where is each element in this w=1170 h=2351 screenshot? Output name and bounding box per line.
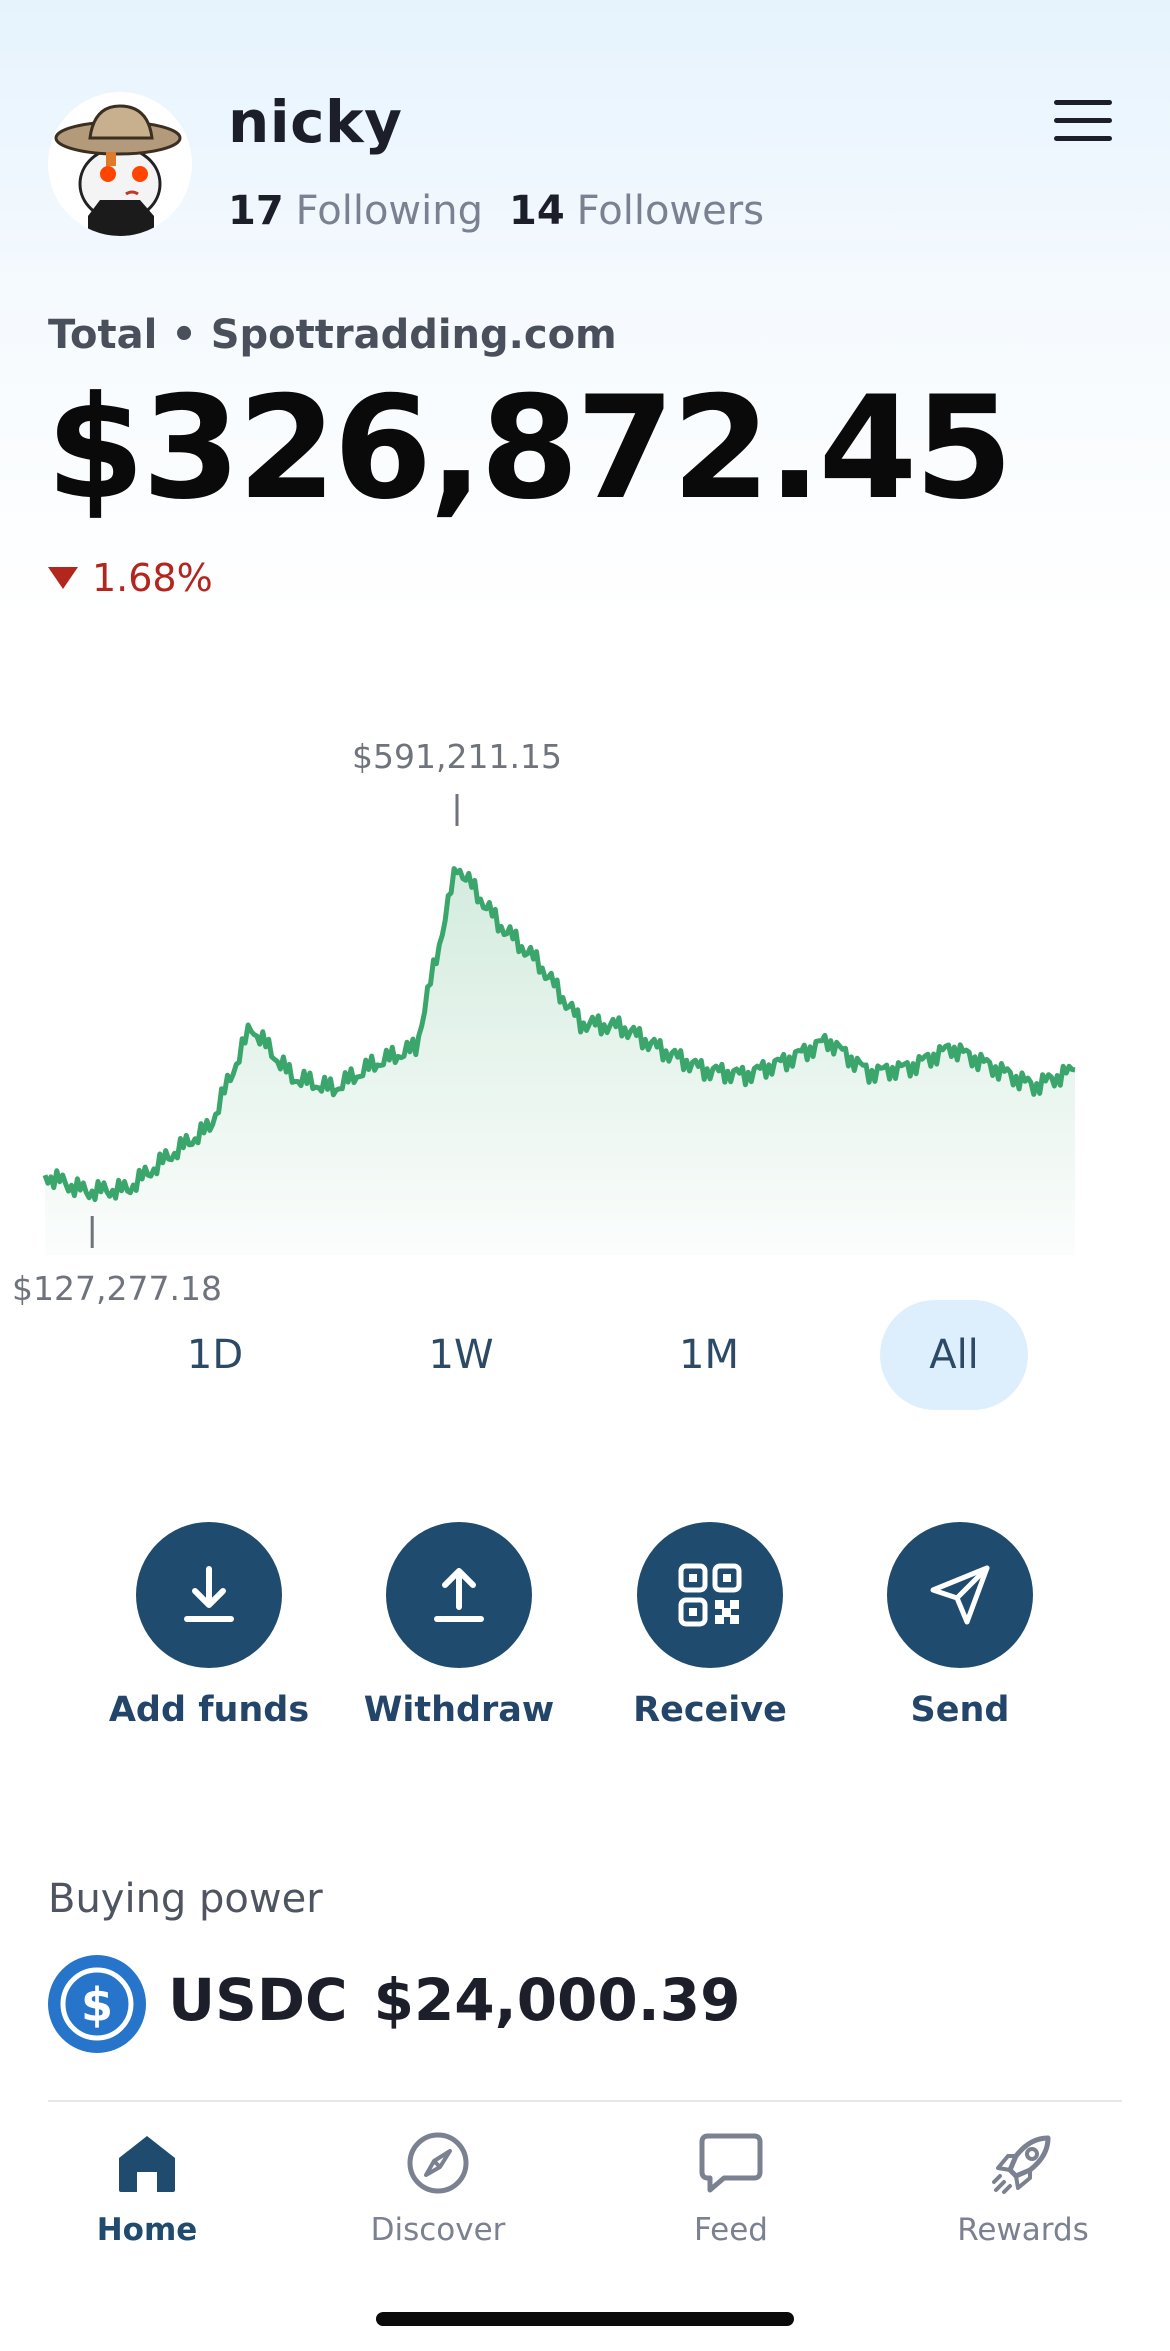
buying-power-label: Buying power	[48, 1876, 323, 1922]
cowboy-avatar-icon	[48, 92, 192, 236]
send-button[interactable]: Send	[860, 1522, 1060, 1730]
range-tab-1d[interactable]: 1D	[141, 1300, 289, 1410]
change-percent: 1.68%	[92, 556, 213, 600]
withdraw-button[interactable]: Withdraw	[359, 1522, 559, 1730]
receive-button[interactable]: Receive	[610, 1522, 810, 1730]
upload-icon	[434, 1568, 484, 1622]
range-tab-1w[interactable]: 1W	[387, 1300, 535, 1410]
paper-plane-icon	[930, 1565, 990, 1625]
qr-code-icon	[678, 1563, 742, 1627]
avatar[interactable]	[48, 92, 192, 236]
home-indicator	[376, 2312, 794, 2326]
add-funds-label: Add funds	[108, 1690, 310, 1730]
usdc-amount: $24,000.39	[373, 1966, 741, 2034]
nav-discover[interactable]: Discover	[318, 2128, 558, 2248]
portfolio-chart[interactable]: $591,211.15$127,277.18	[0, 700, 1170, 1320]
divider	[48, 2100, 1122, 2102]
range-tab-1m[interactable]: 1M	[635, 1300, 783, 1410]
usdc-balance[interactable]: USDC $24,000.39	[168, 1966, 741, 2034]
send-label: Send	[910, 1690, 1010, 1730]
down-triangle-icon	[48, 567, 78, 589]
total-label: Total • Spottradding.com	[48, 312, 617, 358]
following-label: Following	[295, 188, 483, 234]
usdc-currency: USDC	[168, 1966, 348, 2034]
nav-discover-label: Discover	[370, 2212, 506, 2248]
rocket-icon	[992, 2135, 1051, 2194]
range-tab-all[interactable]: All	[880, 1300, 1028, 1410]
nav-feed-label: Feed	[694, 2212, 768, 2248]
followers-count: 14	[509, 188, 565, 234]
change-indicator: 1.68%	[48, 556, 213, 600]
nav-rewards-label: Rewards	[957, 2212, 1089, 2248]
compass-rocket-icon	[407, 2132, 469, 2194]
add-funds-button[interactable]: Add funds	[109, 1522, 309, 1730]
followers-label: Followers	[576, 188, 765, 234]
receive-label: Receive	[633, 1690, 787, 1730]
download-icon	[184, 1566, 234, 1622]
usdc-dollar-icon: $	[48, 1955, 146, 2053]
withdraw-label: Withdraw	[363, 1690, 555, 1730]
nav-rewards[interactable]: Rewards	[903, 2128, 1143, 2248]
svg-text:$: $	[81, 1978, 113, 2032]
nav-home-label: Home	[96, 2212, 198, 2248]
menu-button[interactable]	[1052, 98, 1114, 144]
username: nicky	[228, 88, 403, 156]
following-count: 17	[228, 188, 284, 234]
follow-stats[interactable]: 17 Following 14 Followers	[228, 188, 764, 234]
chart-max-label: $591,211.15	[352, 737, 562, 776]
total-balance: $326,872.45	[46, 366, 1013, 531]
nav-feed[interactable]: Feed	[611, 2128, 851, 2248]
chat-bubble-icon	[699, 2133, 763, 2193]
hamburger-menu-icon	[1054, 100, 1112, 141]
home-icon	[119, 2136, 175, 2192]
nav-home[interactable]: Home	[27, 2128, 267, 2248]
